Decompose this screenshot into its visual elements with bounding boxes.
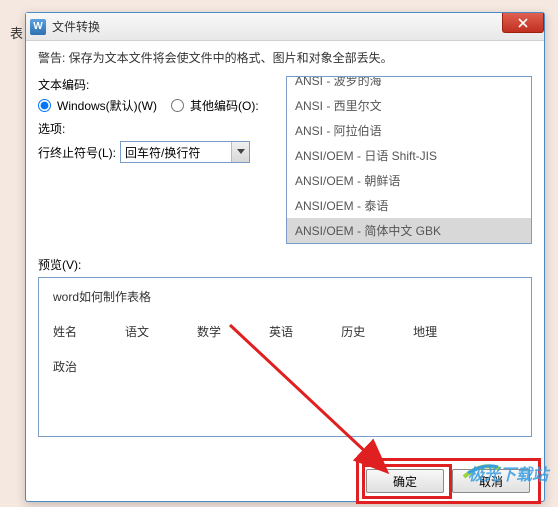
preview-label: 预览(V): [38, 256, 532, 273]
preview-header-cell: 数学 [197, 323, 221, 340]
preview-row-2: 政治 [53, 358, 517, 375]
preview-box: word如何制作表格 姓名 语文 数学 英语 历史 地理 政治 [38, 277, 532, 437]
ok-button[interactable]: 确定 [366, 469, 444, 493]
encoding-listbox[interactable]: ANSI - 拉丁语 IANSI - 波罗的海ANSI - 西里尔文ANSI -… [286, 76, 532, 244]
radio-windows-label: Windows(默认)(W) [57, 97, 157, 114]
warning-text: 警告: 保存为文本文件将会使文件中的格式、图片和对象全部丢失。 [38, 49, 532, 66]
background-text: 表 [10, 23, 23, 42]
line-ending-label: 行终止符号(L): [38, 144, 116, 161]
dialog-body: 警告: 保存为文本文件将会使文件中的格式、图片和对象全部丢失。 文本编码: Wi… [26, 41, 544, 445]
preview-header-cell: 姓名 [53, 323, 77, 340]
line-ending-dropdown[interactable]: 回车符/换行符 [120, 141, 250, 163]
encoding-label: 文本编码: [38, 76, 278, 93]
encoding-option[interactable]: ANSI/OEM - 简体中文 GBK [287, 218, 531, 243]
watermark-text: 极光下载站 [468, 461, 548, 485]
encoding-option[interactable]: ANSI - 西里尔文 [287, 93, 531, 118]
options-label: 选项: [38, 120, 278, 137]
dropdown-arrow [231, 142, 249, 162]
word-icon: W [30, 19, 46, 35]
encoding-option[interactable]: ANSI/OEM - 朝鲜语 [287, 168, 531, 193]
preview-header-cell: 语文 [125, 323, 149, 340]
encoding-option[interactable]: ANSI/OEM - 日语 Shift-JIS [287, 143, 531, 168]
preview-title-text: word如何制作表格 [53, 288, 517, 305]
dialog-title: 文件转换 [52, 18, 100, 35]
encoding-option[interactable]: ANSI - 阿拉伯语 [287, 118, 531, 143]
titlebar: W 文件转换 [26, 13, 544, 41]
close-icon [518, 18, 528, 28]
preview-header-cell: 地理 [413, 323, 437, 340]
radio-windows-default[interactable] [38, 99, 51, 112]
preview-header-row: 姓名 语文 数学 英语 历史 地理 [53, 323, 517, 340]
radio-other-label: 其他编码(O): [190, 97, 259, 114]
line-ending-value: 回车符/换行符 [125, 144, 200, 161]
encoding-option[interactable]: ANSI - 波罗的海 [287, 76, 531, 93]
preview-header-cell: 英语 [269, 323, 293, 340]
close-button[interactable] [502, 13, 544, 33]
file-conversion-dialog: W 文件转换 警告: 保存为文本文件将会使文件中的格式、图片和对象全部丢失。 文… [25, 12, 545, 502]
encoding-option[interactable]: ANSI/OEM - 泰语 [287, 193, 531, 218]
preview-cell: 政治 [53, 358, 77, 375]
chevron-down-icon [237, 149, 245, 155]
preview-header-cell: 历史 [341, 323, 365, 340]
radio-other-encoding[interactable] [171, 99, 184, 112]
